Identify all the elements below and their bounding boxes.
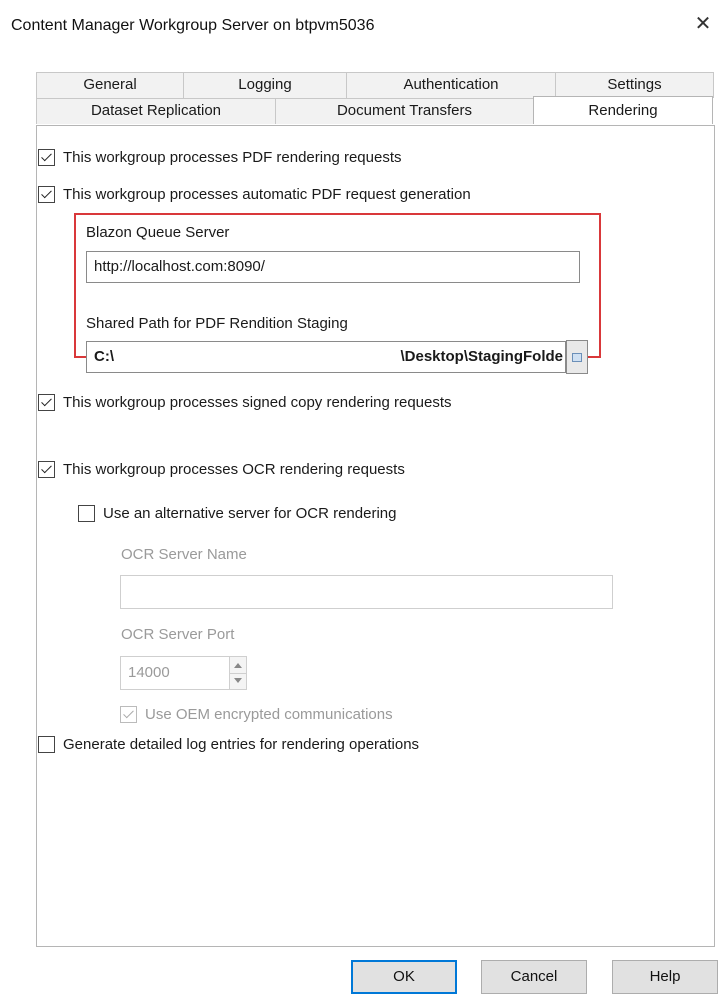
tab-dataset-replication[interactable]: Dataset Replication bbox=[36, 98, 276, 124]
tab-row-bottom: Dataset Replication Document Transfers R… bbox=[36, 96, 713, 124]
tab-rendering[interactable]: Rendering bbox=[533, 96, 713, 124]
spin-divider bbox=[230, 673, 246, 674]
port-spinner[interactable] bbox=[229, 656, 247, 690]
auto-pdf-checkbox[interactable] bbox=[38, 186, 55, 203]
pdf-rendering-label: This workgroup processes PDF rendering r… bbox=[63, 149, 402, 166]
browse-button[interactable] bbox=[566, 340, 588, 374]
pdf-rendering-option[interactable]: This workgroup processes PDF rendering r… bbox=[38, 149, 401, 166]
blazon-queue-server-label: Blazon Queue Server bbox=[86, 224, 230, 241]
signed-copy-label: This workgroup processes signed copy ren… bbox=[63, 394, 452, 411]
spin-up-icon[interactable] bbox=[234, 663, 242, 668]
oem-label: Use OEM encrypted communications bbox=[145, 706, 393, 723]
ocr-server-port-label: OCR Server Port bbox=[121, 626, 235, 643]
ocr-option[interactable]: This workgroup processes OCR rendering r… bbox=[38, 461, 405, 478]
tab-logging[interactable]: Logging bbox=[183, 72, 347, 98]
oem-option[interactable]: Use OEM encrypted communications bbox=[120, 706, 393, 723]
alt-server-label: Use an alternative server for OCR render… bbox=[103, 505, 397, 522]
tab-document-transfers[interactable]: Document Transfers bbox=[275, 98, 534, 124]
shared-path-input[interactable]: C:\ \Desktop\StagingFolde bbox=[86, 341, 566, 373]
shared-path-start: C:\ bbox=[94, 348, 114, 365]
tab-row-top: General Logging Authentication Settings bbox=[36, 72, 714, 98]
alt-server-option[interactable]: Use an alternative server for OCR render… bbox=[78, 505, 396, 522]
ok-button[interactable]: OK bbox=[351, 960, 457, 994]
spin-down-icon[interactable] bbox=[234, 678, 242, 683]
ocr-server-name-label: OCR Server Name bbox=[121, 546, 247, 563]
alt-server-checkbox[interactable] bbox=[78, 505, 95, 522]
ocr-label: This workgroup processes OCR rendering r… bbox=[63, 461, 405, 478]
auto-pdf-option[interactable]: This workgroup processes automatic PDF r… bbox=[38, 186, 471, 203]
title-bar: Content Manager Workgroup Server on btpv… bbox=[0, 0, 723, 52]
detailed-log-label: Generate detailed log entries for render… bbox=[63, 736, 420, 753]
floppy-icon bbox=[572, 353, 582, 362]
detailed-log-option[interactable]: Generate detailed log entries for render… bbox=[38, 736, 419, 753]
tab-settings[interactable]: Settings bbox=[555, 72, 714, 98]
ocr-server-name-input[interactable] bbox=[120, 575, 613, 609]
auto-pdf-label: This workgroup processes automatic PDF r… bbox=[63, 186, 471, 203]
pdf-rendering-checkbox[interactable] bbox=[38, 149, 55, 166]
oem-checkbox[interactable] bbox=[120, 706, 137, 723]
shared-path-end: \Desktop\StagingFolde bbox=[400, 348, 563, 365]
signed-copy-option[interactable]: This workgroup processes signed copy ren… bbox=[38, 394, 452, 411]
help-button[interactable]: Help bbox=[612, 960, 718, 994]
signed-copy-checkbox[interactable] bbox=[38, 394, 55, 411]
window-title: Content Manager Workgroup Server on btpv… bbox=[11, 17, 375, 34]
ocr-checkbox[interactable] bbox=[38, 461, 55, 478]
tab-general[interactable]: General bbox=[36, 72, 184, 98]
blazon-queue-server-input[interactable]: http://localhost.com:8090/ bbox=[86, 251, 580, 283]
cancel-button[interactable]: Cancel bbox=[481, 960, 587, 994]
tab-authentication[interactable]: Authentication bbox=[346, 72, 556, 98]
shared-path-label: Shared Path for PDF Rendition Staging bbox=[86, 315, 348, 332]
ocr-server-port-input[interactable]: 14000 bbox=[120, 656, 230, 690]
close-icon[interactable]: ✕ bbox=[689, 10, 717, 38]
detailed-log-checkbox[interactable] bbox=[38, 736, 55, 753]
